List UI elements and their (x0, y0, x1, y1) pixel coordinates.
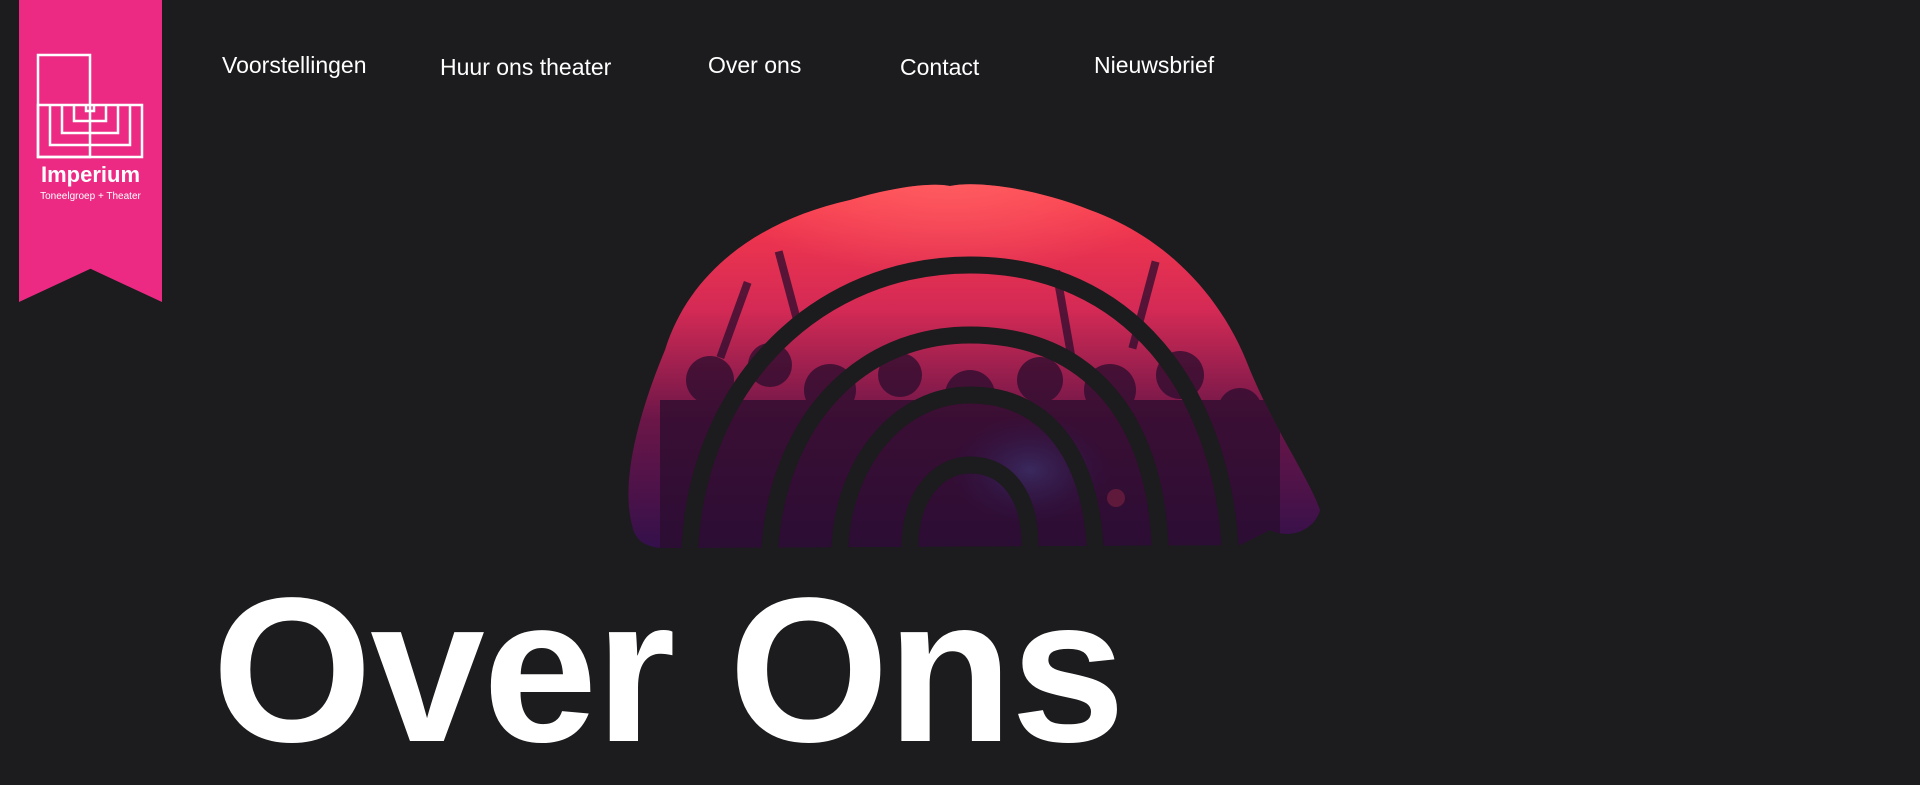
page-title: Over Ons (212, 555, 1125, 785)
brand-tagline: Toneelgroep + Theater (40, 191, 141, 202)
nav-item-huur-ons-theater[interactable]: Huur ons theater (440, 53, 611, 81)
hero-image (628, 184, 1320, 550)
nav-item-contact[interactable]: Contact (900, 53, 979, 81)
nav-item-nieuwsbrief[interactable]: Nieuwsbrief (1094, 51, 1214, 79)
nav-item-over-ons[interactable]: Over ons (708, 51, 801, 79)
nav-item-voorstellingen[interactable]: Voorstellingen (222, 51, 367, 79)
main-navigation: Voorstellingen Huur ons theater Over ons… (0, 0, 1920, 130)
brand-name: Imperium (40, 162, 141, 187)
